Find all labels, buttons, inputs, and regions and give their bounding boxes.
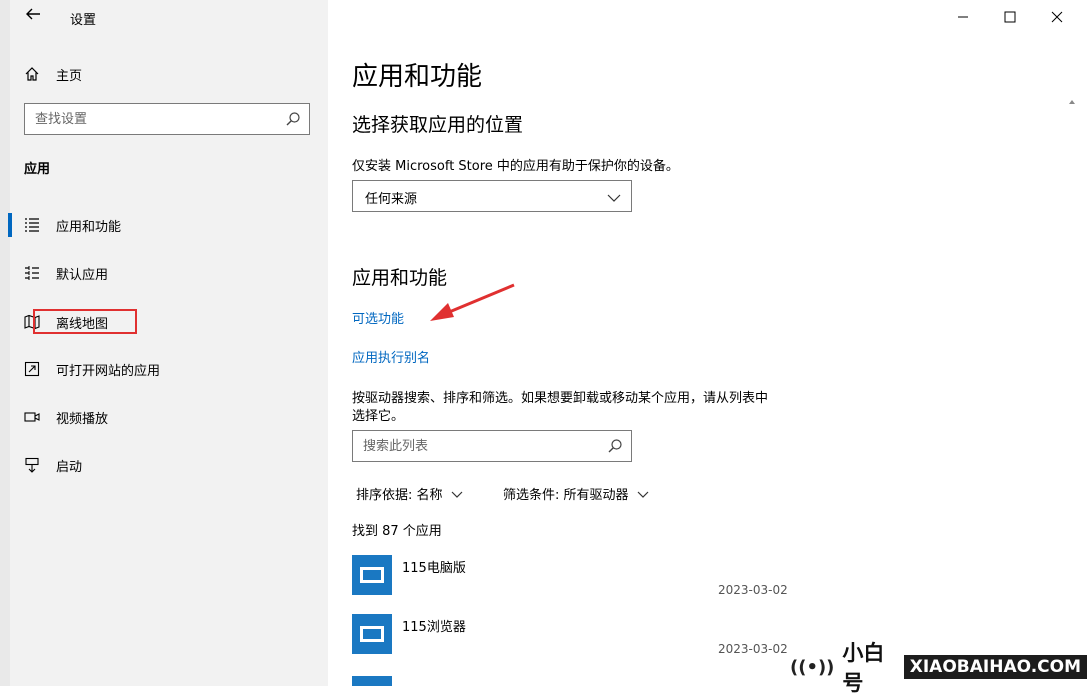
chevron-down-icon — [451, 488, 463, 500]
app-list-search-input[interactable] — [363, 437, 603, 455]
source-heading: 选择获取应用的位置 — [352, 114, 524, 136]
app-list-search-box[interactable] — [352, 430, 632, 462]
scroll-up-arrow-icon[interactable] — [1068, 98, 1078, 108]
app-install-date: 2023-03-02 — [718, 642, 788, 656]
maximize-button[interactable] — [997, 6, 1023, 28]
filter-by-dropdown[interactable]: 筛选条件: 所有驱动器 — [503, 484, 649, 503]
filter-by-label: 筛选条件: 所有驱动器 — [503, 488, 629, 503]
sidebar-item-default-apps[interactable]: 默认应用 — [24, 260, 314, 286]
page-title: 应用和功能 — [352, 62, 483, 92]
sidebar-item-startup[interactable]: 启动 — [24, 452, 314, 478]
sidebar-item-label: 应用和功能 — [56, 219, 122, 235]
close-button[interactable] — [1044, 6, 1070, 28]
sidebar-item-label: 视频播放 — [56, 411, 109, 427]
minimize-button[interactable] — [950, 6, 976, 28]
dropdown-value: 任何来源 — [365, 192, 418, 207]
watermark-brand: ((•)) 小白号 XIAOBAIHAO.COM — [788, 641, 1087, 695]
sort-by-label: 排序依据: 名称 — [356, 488, 443, 503]
back-arrow-icon[interactable] — [22, 6, 44, 28]
brand-domain: XIAOBAIHAO.COM — [903, 655, 1087, 679]
source-description: 仅安装 Microsoft Store 中的应用有助于保护你的设备。 — [352, 159, 679, 174]
app-name: 115电脑版 — [402, 561, 466, 576]
startup-icon — [24, 457, 40, 473]
settings-search-box[interactable] — [24, 103, 310, 135]
apps-list-icon — [24, 217, 40, 233]
video-icon — [24, 409, 40, 425]
settings-search-input[interactable] — [35, 110, 275, 128]
sidebar-item-video-playback[interactable]: 视频播放 — [24, 404, 314, 430]
default-apps-icon — [24, 265, 40, 281]
app-tile-icon-partial — [352, 676, 392, 686]
search-icon[interactable] — [285, 111, 301, 127]
app-list-item[interactable]: 115浏览器 2023-03-02 — [352, 614, 852, 672]
app-tile-icon — [352, 614, 392, 654]
app-install-date: 2023-03-02 — [718, 583, 788, 597]
sidebar-section-label: 应用 — [24, 162, 51, 177]
active-indicator — [8, 213, 12, 237]
chevron-down-icon — [637, 488, 649, 500]
sidebar-item-apps-features[interactable]: 应用和功能 — [24, 212, 314, 238]
signal-icon: ((•)) — [790, 656, 835, 678]
sidebar-item-offline-maps[interactable]: 离线地图 — [24, 309, 314, 335]
sidebar-item-label: 可打开网站的应用 — [56, 363, 161, 379]
filter-description-line1: 按驱动器搜索、排序和筛选。如果想要卸载或移动某个应用，请从列表中 — [352, 391, 769, 406]
home-icon — [24, 66, 40, 82]
chevron-down-icon — [607, 190, 621, 204]
app-list-item[interactable]: 115电脑版 2023-03-02 — [352, 555, 852, 613]
annotation-arrow — [430, 283, 515, 321]
sidebar-home-label: 主页 — [56, 68, 83, 84]
search-icon[interactable] — [607, 438, 623, 454]
sort-by-dropdown[interactable]: 排序依据: 名称 — [356, 484, 463, 503]
filter-description-line2: 选择它。 — [352, 409, 405, 424]
app-tile-icon — [352, 555, 392, 595]
app-count: 找到 87 个应用 — [352, 524, 442, 539]
optional-features-link[interactable]: 可选功能 — [352, 308, 404, 327]
sidebar-item-label: 离线地图 — [56, 316, 109, 332]
sidebar-home[interactable]: 主页 — [24, 62, 82, 86]
sidebar-item-label: 启动 — [56, 459, 83, 475]
app-execution-alias-link[interactable]: 应用执行别名 — [352, 347, 430, 366]
sidebar-item-apps-for-websites[interactable]: 可打开网站的应用 — [24, 356, 314, 382]
sidebar-item-label: 默认应用 — [56, 267, 109, 283]
settings-window: 设置 主页 应用 应用和功能 默认应用 离线地图 可打 — [0, 0, 1087, 695]
window-left-edge — [0, 0, 10, 686]
app-source-dropdown[interactable]: 任何来源 — [352, 180, 632, 212]
open-website-icon — [24, 361, 40, 377]
window-title: 设置 — [70, 13, 97, 28]
brand-name: 小白号 — [842, 641, 885, 695]
map-icon — [24, 314, 40, 330]
app-name: 115浏览器 — [402, 620, 466, 635]
